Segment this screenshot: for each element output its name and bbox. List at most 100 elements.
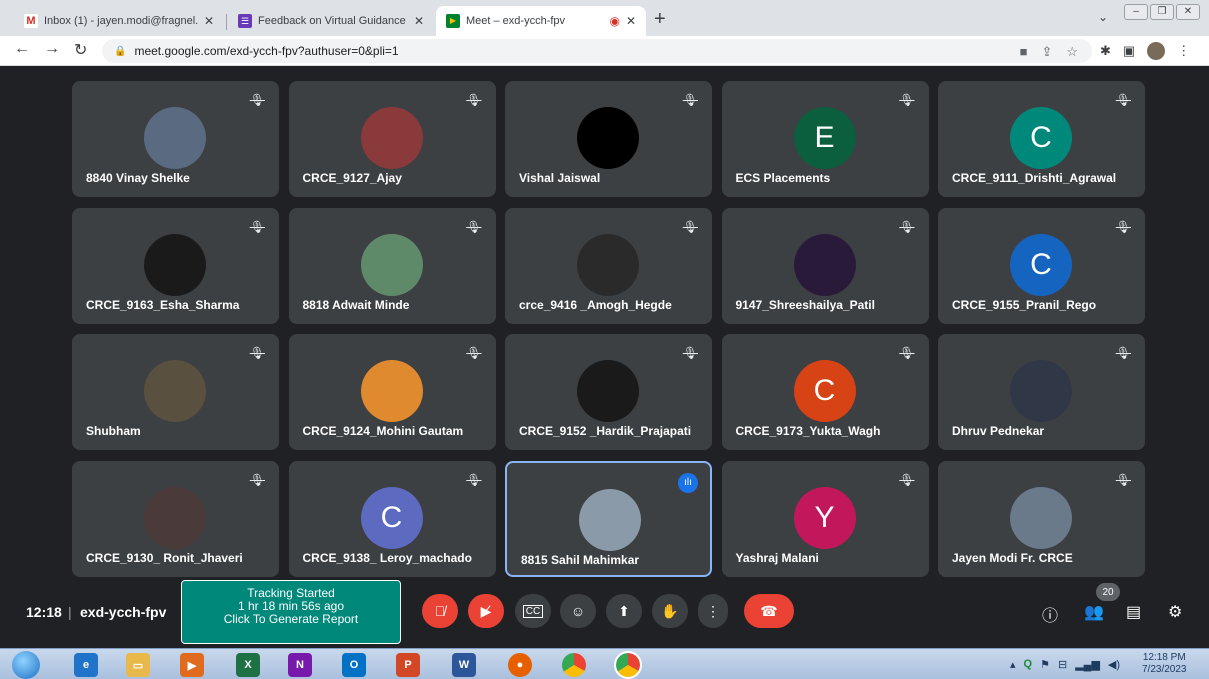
mic-off-icon: 🎙	[899, 472, 915, 487]
participant-tile[interactable]: crce_9416 _Amogh_Hegde 🎙	[505, 207, 712, 324]
new-tab-button[interactable]: +	[654, 8, 666, 31]
participant-tile[interactable]: CRCE_9130_ Ronit_Jhaveri 🎙	[72, 460, 279, 577]
participant-tile[interactable]: E ECS Placements 🎙	[721, 81, 929, 197]
mic-off-icon: 🎙	[249, 93, 265, 107]
tab-meet[interactable]: ▶ Meet – exd-ycch-fpv ◉ ✕	[436, 6, 646, 36]
participant-tile[interactable]: CRCE_9127_Ajay 🎙	[288, 81, 496, 197]
tab-title: Feedback on Virtual Guidance fo	[258, 15, 408, 27]
mic-off-icon: 🎙	[249, 472, 265, 487]
camera-off-icon: ▶̸	[480, 602, 492, 619]
file-explorer-icon[interactable]: ▭	[126, 653, 150, 677]
tab-gmail[interactable]: M Inbox (1) - jayen.modi@fragnel.e ✕	[14, 6, 224, 36]
mic-off-icon: 🎙	[466, 346, 482, 360]
firefox-icon[interactable]: ●	[508, 653, 532, 677]
media-player-icon[interactable]: ▶	[180, 653, 204, 677]
back-arrow-icon[interactable]: ←	[14, 40, 30, 58]
outlook-icon[interactable]: O	[342, 653, 366, 677]
activities-icon[interactable]: ⚙	[1168, 602, 1182, 622]
participant-avatar	[144, 360, 206, 422]
participant-tile[interactable]: C CRCE_9138_ Leroy_machado 🎙	[288, 460, 496, 577]
chat-icon[interactable]: ▤	[1126, 602, 1141, 622]
participant-tile[interactable]: Jayen Modi Fr. CRCE 🎙	[938, 460, 1145, 577]
raise-hand-button[interactable]: ✋	[652, 594, 688, 628]
speaking-indicator-icon: ılı	[678, 472, 698, 493]
tab-title: Inbox (1) - jayen.modi@fragnel.e	[44, 15, 198, 27]
extensions-puzzle-icon[interactable]: ✱	[1100, 43, 1111, 59]
participant-name: Shubham	[86, 424, 141, 438]
participant-avatar	[577, 233, 639, 296]
more-options-button[interactable]: ⋮	[698, 594, 728, 628]
participant-tile[interactable]: 8818 Adwait Minde 🎙	[288, 207, 496, 324]
meeting-info-icon[interactable]: ⓘ	[1042, 602, 1058, 626]
participant-tile[interactable]: CRCE_9163_Esha_Sharma 🎙	[72, 207, 279, 324]
reload-icon[interactable]: ↻	[74, 40, 87, 60]
mic-off-icon: 🎙	[1115, 346, 1131, 360]
signal-icon[interactable]: ▂▄▆	[1075, 658, 1100, 671]
close-window-button[interactable]: ✕	[1176, 4, 1200, 20]
bookmark-star-icon[interactable]: ☆	[1066, 44, 1078, 60]
participant-grid: 8840 Vinay Shelke 🎙 CRCE_9127_Ajay 🎙 Vishal …	[72, 81, 1146, 577]
flag-icon[interactable]: ⚑	[1040, 658, 1050, 671]
present-screen-icon: ⬆	[618, 602, 630, 619]
participant-tile[interactable]: 8840 Vinay Shelke 🎙	[72, 81, 279, 197]
participant-tile[interactable]: Shubham 🎙	[72, 334, 279, 450]
reactions-button[interactable]: ☺	[560, 594, 596, 628]
system-clock[interactable]: 12:18 PM 7/23/2023	[1142, 652, 1187, 676]
chrome-icon[interactable]	[562, 653, 586, 677]
leave-call-button[interactable]: ☎	[744, 594, 794, 628]
participant-tile[interactable]: C CRCE_9155_Pranil_Rego 🎙	[938, 207, 1145, 324]
share-icon[interactable]: ⇪	[1041, 44, 1052, 60]
participant-avatar: C	[360, 486, 423, 549]
participant-tile[interactable]: Vishal Jaiswal 🎙	[505, 81, 712, 197]
network-icon[interactable]: ⊟	[1058, 658, 1067, 671]
side-panel-icon[interactable]: ▣	[1123, 43, 1135, 59]
mic-off-icon: 🎙	[682, 93, 698, 107]
mic-toggle-button[interactable]: 🎙̸	[422, 594, 458, 628]
forward-arrow-icon[interactable]: →	[44, 40, 60, 58]
start-button[interactable]	[12, 651, 40, 679]
tray-app-icon[interactable]: Q	[1024, 658, 1033, 671]
participant-tile[interactable]: 9147_Shreeshailya_Patil 🎙	[721, 207, 929, 324]
minimize-button[interactable]: –	[1124, 4, 1148, 20]
profile-avatar[interactable]	[1147, 42, 1166, 60]
participant-tile[interactable]: C CRCE_9111_Drishti_Agrawal 🎙	[938, 81, 1145, 197]
lock-icon: 🔒	[114, 45, 127, 57]
browser-toolbar: ← → ↻ 🔒 meet.google.com/exd-ycch-fpv?aut…	[0, 36, 1209, 66]
participant-tile[interactable]: CRCE_9152 _Hardik_Prajapati 🎙	[505, 334, 712, 450]
close-icon[interactable]: ✕	[626, 14, 636, 28]
camera-toggle-button[interactable]: ▶̸	[468, 594, 504, 628]
more-vert-icon: ⋮	[706, 602, 720, 619]
present-button[interactable]: ⬆	[606, 594, 642, 628]
tracking-report-button[interactable]: Tracking Started 1 hr 18 min 56s ago Cli…	[181, 580, 401, 644]
captions-button[interactable]: CC	[515, 594, 551, 628]
participant-tile[interactable]: 8815 Sahil Mahimkar ılı	[505, 460, 712, 577]
people-icon[interactable]: 👥	[1084, 602, 1104, 622]
tab-feedback-form[interactable]: ☰ Feedback on Virtual Guidance fo ✕	[228, 6, 434, 36]
tracking-action: Click To Generate Report	[223, 612, 359, 626]
powerpoint-icon[interactable]: P	[396, 653, 420, 677]
participant-tile[interactable]: C CRCE_9173_Yukta_Wagh 🎙	[721, 334, 929, 450]
volume-icon[interactable]: ◀)	[1108, 658, 1120, 671]
camera-icon[interactable]: ■	[1020, 44, 1028, 60]
internet-explorer-icon[interactable]: e	[74, 653, 98, 677]
participant-avatar	[144, 486, 206, 549]
participant-name: CRCE_9138_ Leroy_machado	[302, 550, 472, 565]
participant-avatar	[577, 107, 639, 169]
close-icon[interactable]: ✕	[414, 14, 424, 28]
address-bar[interactable]: 🔒 meet.google.com/exd-ycch-fpv?authuser=…	[102, 39, 1092, 63]
word-icon[interactable]: W	[452, 653, 476, 677]
participant-tile[interactable]: Y Yashraj Malani 🎙	[721, 460, 929, 577]
tab-search-chevron-icon[interactable]: ⌄	[1098, 10, 1108, 24]
participant-tile[interactable]: CRCE_9124_Mohini Gautam 🎙	[288, 334, 496, 450]
participant-avatar	[793, 233, 856, 296]
close-icon[interactable]: ✕	[204, 14, 214, 28]
menu-kebab-icon[interactable]: ⋮	[1177, 43, 1190, 59]
excel-icon[interactable]: X	[236, 653, 260, 677]
chrome-active-icon[interactable]	[614, 651, 642, 679]
mic-off-icon: 🎙	[1115, 219, 1131, 234]
tray-expand-icon[interactable]: ▴	[1010, 658, 1016, 671]
participant-avatar: Y	[793, 486, 856, 549]
maximize-button[interactable]: ❐	[1150, 4, 1174, 20]
participant-tile[interactable]: Dhruv Pednekar 🎙	[938, 334, 1145, 450]
onenote-icon[interactable]: N	[288, 653, 312, 677]
